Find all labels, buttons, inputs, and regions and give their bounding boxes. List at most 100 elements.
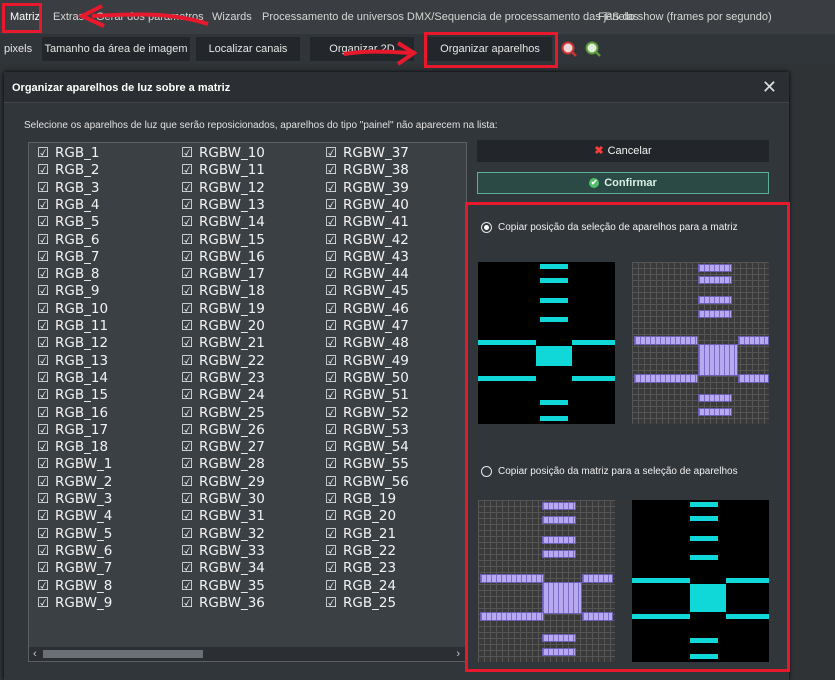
fixture-item[interactable]: ☑ RGBW_47 — [325, 318, 409, 335]
checkbox-checked-icon[interactable]: ☑ — [181, 370, 195, 387]
fixture-item[interactable]: ☑ RGB_7 — [37, 249, 99, 266]
checkbox-checked-icon[interactable]: ☑ — [37, 180, 51, 197]
checkbox-checked-icon[interactable]: ☑ — [181, 266, 195, 283]
checkbox-checked-icon[interactable]: ☑ — [181, 405, 195, 422]
checkbox-checked-icon[interactable]: ☑ — [181, 232, 195, 249]
fixture-item[interactable]: ☑ RGBW_25 — [181, 405, 265, 422]
checkbox-checked-icon[interactable]: ☑ — [37, 439, 51, 456]
checkbox-checked-icon[interactable]: ☑ — [181, 491, 195, 508]
fixture-item[interactable]: ☑ RGBW_37 — [325, 145, 409, 162]
fixture-item[interactable]: ☑ RGBW_9 — [37, 595, 112, 612]
fixture-item[interactable]: ☑ RGBW_16 — [181, 249, 265, 266]
checkbox-checked-icon[interactable]: ☑ — [325, 353, 339, 370]
fixture-item[interactable]: ☑ RGBW_49 — [325, 353, 409, 370]
checkbox-checked-icon[interactable]: ☑ — [37, 145, 51, 162]
fixture-item[interactable]: ☑ RGBW_28 — [181, 456, 265, 473]
checkbox-checked-icon[interactable]: ☑ — [325, 318, 339, 335]
checkbox-checked-icon[interactable]: ☑ — [325, 508, 339, 525]
checkbox-checked-icon[interactable]: ☑ — [181, 474, 195, 491]
checkbox-checked-icon[interactable]: ☑ — [325, 301, 339, 318]
checkbox-checked-icon[interactable]: ☑ — [325, 266, 339, 283]
checkbox-checked-icon[interactable]: ☑ — [37, 353, 51, 370]
checkbox-checked-icon[interactable]: ☑ — [37, 335, 51, 352]
checkbox-checked-icon[interactable]: ☑ — [37, 232, 51, 249]
fixture-item[interactable]: ☑ RGBW_43 — [325, 249, 409, 266]
checkbox-checked-icon[interactable]: ☑ — [37, 370, 51, 387]
checkbox-checked-icon[interactable]: ☑ — [325, 422, 339, 439]
checkbox-checked-icon[interactable]: ☑ — [181, 526, 195, 543]
scroll-right-icon[interactable]: › — [456, 647, 460, 661]
fixture-item[interactable]: ☑ RGBW_27 — [181, 439, 265, 456]
checkbox-checked-icon[interactable]: ☑ — [181, 318, 195, 335]
close-icon[interactable]: ✕ — [762, 77, 777, 98]
checkbox-checked-icon[interactable]: ☑ — [325, 405, 339, 422]
fixture-item[interactable]: ☑ RGBW_26 — [181, 422, 265, 439]
fixture-item[interactable]: ☑ RGBW_5 — [37, 526, 112, 543]
checkbox-checked-icon[interactable]: ☑ — [37, 283, 51, 300]
checkbox-checked-icon[interactable]: ☑ — [325, 197, 339, 214]
fixture-item[interactable]: ☑ RGBW_44 — [325, 266, 409, 283]
fixture-item[interactable]: ☑ RGB_11 — [37, 318, 108, 335]
fixture-item[interactable]: ☑ RGBW_23 — [181, 370, 265, 387]
checkbox-checked-icon[interactable]: ☑ — [325, 456, 339, 473]
checkbox-checked-icon[interactable]: ☑ — [325, 214, 339, 231]
fixture-item[interactable]: ☑ RGBW_4 — [37, 508, 112, 525]
fixture-item[interactable]: ☑ RGBW_56 — [325, 474, 409, 491]
fixture-item[interactable]: ☑ RGB_17 — [37, 422, 108, 439]
checkbox-checked-icon[interactable]: ☑ — [181, 335, 195, 352]
fixture-item[interactable]: ☑ RGBW_21 — [181, 335, 265, 352]
fixture-item[interactable]: ☑ RGBW_53 — [325, 422, 409, 439]
checkbox-checked-icon[interactable]: ☑ — [37, 508, 51, 525]
fixture-item[interactable]: ☑ RGBW_10 — [181, 145, 265, 162]
fixture-item[interactable]: ☑ RGB_6 — [37, 232, 99, 249]
checkbox-checked-icon[interactable]: ☑ — [325, 491, 339, 508]
checkbox-checked-icon[interactable]: ☑ — [181, 560, 195, 577]
checkbox-checked-icon[interactable]: ☑ — [37, 249, 51, 266]
fixture-item[interactable]: ☑ RGB_20 — [325, 508, 396, 525]
fixture-item[interactable]: ☑ RGBW_22 — [181, 353, 265, 370]
menu-fps[interactable]: FPS do show (frames por segundo) — [598, 11, 772, 23]
scroll-left-icon[interactable]: ‹ — [33, 647, 37, 661]
fixture-item[interactable]: ☑ RGBW_19 — [181, 301, 265, 318]
checkbox-checked-icon[interactable]: ☑ — [325, 526, 339, 543]
fixture-item[interactable]: ☑ RGBW_2 — [37, 474, 112, 491]
checkbox-checked-icon[interactable]: ☑ — [37, 474, 51, 491]
checkbox-checked-icon[interactable]: ☑ — [325, 162, 339, 179]
checkbox-checked-icon[interactable]: ☑ — [181, 439, 195, 456]
fixture-item[interactable]: ☑ RGB_16 — [37, 405, 108, 422]
checkbox-checked-icon[interactable]: ☑ — [181, 145, 195, 162]
checkbox-checked-icon[interactable]: ☑ — [181, 456, 195, 473]
fixture-item[interactable]: ☑ RGBW_12 — [181, 180, 265, 197]
checkbox-checked-icon[interactable]: ☑ — [37, 266, 51, 283]
cancel-button[interactable]: ✖ Cancelar — [477, 140, 769, 162]
fixture-item[interactable]: ☑ RGBW_55 — [325, 456, 409, 473]
checkbox-checked-icon[interactable]: ☑ — [325, 145, 339, 162]
fixture-item[interactable]: ☑ RGBW_8 — [37, 578, 112, 595]
fixture-item[interactable]: ☑ RGB_2 — [37, 162, 99, 179]
fixture-item[interactable]: ☑ RGB_3 — [37, 180, 99, 197]
checkbox-checked-icon[interactable]: ☑ — [37, 456, 51, 473]
checkbox-checked-icon[interactable]: ☑ — [181, 595, 195, 612]
checkbox-checked-icon[interactable]: ☑ — [325, 370, 339, 387]
checkbox-checked-icon[interactable]: ☑ — [325, 578, 339, 595]
menu-wizards[interactable]: Wizards — [212, 11, 252, 23]
checkbox-checked-icon[interactable]: ☑ — [181, 578, 195, 595]
checkbox-checked-icon[interactable]: ☑ — [37, 543, 51, 560]
scroll-thumb[interactable] — [43, 650, 203, 658]
menu-processamento[interactable]: Processamento de universos DMX/Sequencia… — [262, 11, 639, 23]
checkbox-checked-icon[interactable]: ☑ — [181, 353, 195, 370]
fixture-item[interactable]: ☑ RGB_19 — [325, 491, 396, 508]
checkbox-checked-icon[interactable]: ☑ — [37, 301, 51, 318]
fixture-item[interactable]: ☑ RGBW_17 — [181, 266, 265, 283]
fixture-item[interactable]: ☑ RGB_8 — [37, 266, 99, 283]
fixture-item[interactable]: ☑ RGBW_24 — [181, 387, 265, 404]
fixture-item[interactable]: ☑ RGB_18 — [37, 439, 108, 456]
fixture-item[interactable]: ☑ RGBW_31 — [181, 508, 265, 525]
fixture-item[interactable]: ☑ RGB_13 — [37, 353, 108, 370]
checkbox-checked-icon[interactable]: ☑ — [37, 162, 51, 179]
fixture-item[interactable]: ☑ RGBW_54 — [325, 439, 409, 456]
fixture-item[interactable]: ☑ RGBW_41 — [325, 214, 409, 231]
fixture-item[interactable]: ☑ RGB_15 — [37, 387, 108, 404]
fixture-item[interactable]: ☑ RGBW_32 — [181, 526, 265, 543]
checkbox-checked-icon[interactable]: ☑ — [37, 318, 51, 335]
